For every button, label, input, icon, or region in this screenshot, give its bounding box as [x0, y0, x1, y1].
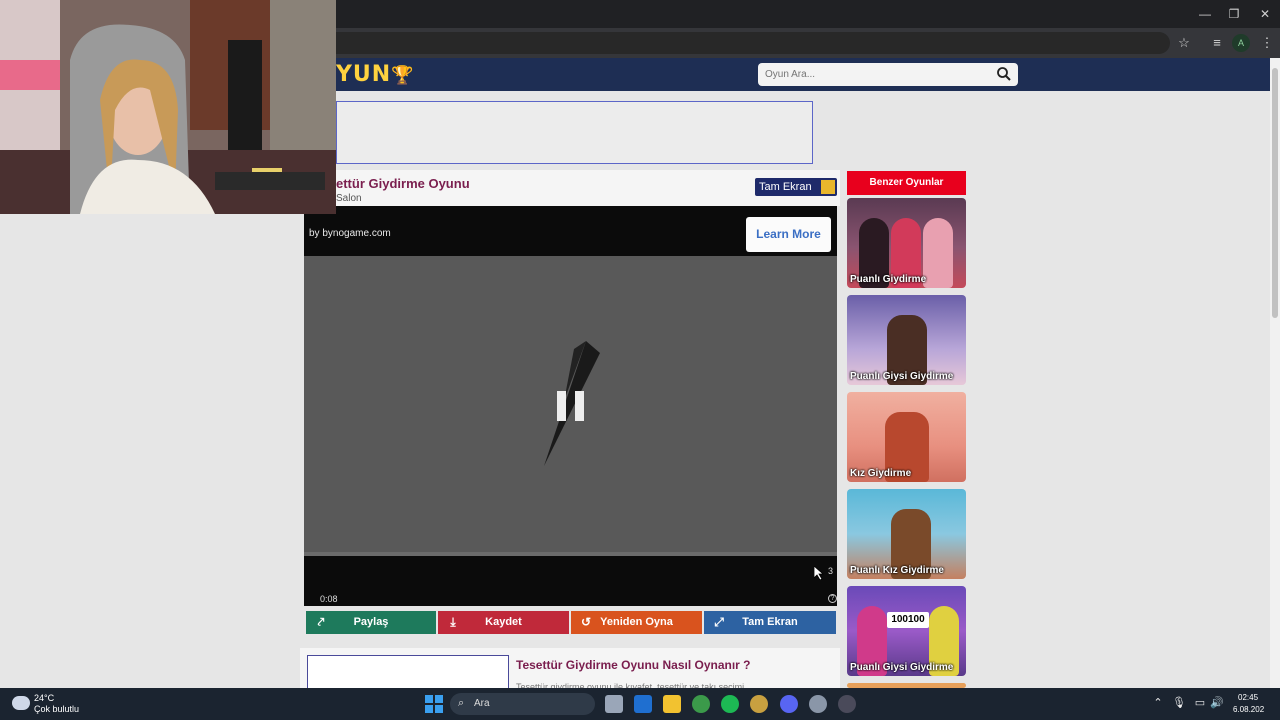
fullscreen-bottom-label: Tam Ekran [742, 616, 798, 628]
settings-gear-icon[interactable] [809, 695, 827, 713]
mouse-cursor-icon [814, 566, 824, 580]
share-icon: ⤤ [317, 615, 325, 629]
address-bar[interactable] [310, 32, 1170, 54]
skip-countdown: 3 [828, 566, 834, 576]
spotify-icon[interactable] [721, 695, 739, 713]
download-icon: ⤓ [450, 615, 456, 629]
close-button[interactable]: ✕ [1250, 5, 1280, 23]
logo-text: YUN [336, 62, 392, 87]
ad-bottom-bar: 3 0:08 ? [304, 556, 837, 606]
media-queue-icon[interactable]: ≡ [1208, 34, 1226, 52]
share-label: Paylaş [353, 616, 389, 628]
learn-more-button[interactable]: Learn More [746, 217, 831, 252]
discord-icon[interactable] [780, 695, 798, 713]
webcam-image [0, 0, 336, 214]
chevron-up-icon[interactable]: ⌃ [1151, 696, 1165, 710]
similar-game-card[interactable]: Puanlı Giysi Giydirme [847, 295, 966, 385]
fullscreen-label: Tam Ekran [759, 181, 812, 193]
chrome-icon[interactable] [692, 695, 710, 713]
similar-game-card[interactable]: Puanlı Giydirme [847, 198, 966, 288]
webcam-overlay [0, 0, 336, 214]
app-icon[interactable] [750, 695, 768, 713]
similar-game-card[interactable]: Kız Giydirme [847, 392, 966, 482]
ad-banner[interactable] [336, 101, 813, 164]
fullscreen-top-button[interactable]: Tam Ekran [755, 178, 837, 196]
game-player[interactable]: by bynogame.com Learn More 3 0:08 ? [304, 206, 837, 606]
fullscreen-icon [821, 180, 835, 194]
site-logo[interactable]: YUN🏆 [336, 62, 415, 87]
game-title: ettür Giydirme Oyunu [336, 176, 470, 191]
weather-description[interactable]: Çok bulutlu [34, 704, 79, 714]
scrollbar-thumb[interactable] [1272, 68, 1278, 318]
help-icon[interactable]: ? [828, 594, 837, 603]
search-icon: ⌕ [458, 697, 465, 709]
game-actions: ⤤ Paylaş ⤓ Kaydet ↺ Yeniden Oyna ⤢ Tam E… [306, 611, 836, 634]
similar-game-label: Puanlı Giysi Giydirme [850, 371, 954, 382]
save-label: Kaydet [485, 616, 522, 628]
outlook-icon[interactable] [634, 695, 652, 713]
video-time: 0:08 [320, 594, 338, 604]
replay-button[interactable]: ↺ Yeniden Oyna [571, 611, 702, 634]
taskbar-search[interactable]: ⌕ Ara [450, 693, 595, 715]
page-scrollbar[interactable] [1270, 58, 1280, 688]
similar-game-label: Puanlı Giydirme [850, 274, 927, 285]
similar-game-card[interactable]: Puanlı Kız Giydirme [847, 489, 966, 579]
ad-source-text: by bynogame.com [309, 228, 391, 239]
trophy-icon: 🏆 [391, 65, 415, 86]
file-explorer-icon[interactable] [663, 695, 681, 713]
os-taskbar: 24°C Çok bulutlu ⌕ Ara ⌃ 🎙 ▭ 🔊 02:45 6.0… [0, 688, 1280, 720]
score-badge: 100100 [887, 612, 929, 628]
similar-game-label: Puanlı Kız Giydirme [850, 565, 944, 576]
game-header: ettür Giydirme Oyunu Salon Tam Ekran [300, 170, 840, 206]
ad-top-bar: by bynogame.com Learn More [304, 206, 837, 256]
clock-date[interactable]: 6.08.202 [1233, 705, 1264, 714]
similar-game-label: Kız Giydirme [850, 468, 912, 479]
search-icon[interactable] [996, 66, 1012, 82]
howto-title: Tesettür Giydirme Oyunu Nasıl Oynanır ? [516, 658, 751, 672]
taskbar-search-label: Ara [474, 698, 490, 709]
replay-label: Yeniden Oyna [600, 616, 673, 628]
microphone-icon[interactable]: 🎙 [1172, 696, 1186, 710]
menu-kebab-icon[interactable]: ⋮ [1258, 34, 1276, 52]
similar-games-heading: Benzer Oyunlar [847, 171, 966, 195]
replay-icon: ↺ [580, 615, 592, 629]
save-button[interactable]: ⤓ Kaydet [438, 611, 569, 634]
expand-icon: ⤢ [714, 615, 724, 629]
share-button[interactable]: ⤤ Paylaş [306, 611, 436, 634]
weather-temperature[interactable]: 24°C [34, 693, 54, 703]
network-icon[interactable]: ▭ [1193, 696, 1207, 710]
search-input[interactable] [758, 63, 978, 86]
cloud-weather-icon[interactable] [12, 696, 30, 710]
task-view-icon[interactable] [605, 695, 623, 713]
obs-icon[interactable] [838, 695, 856, 713]
game-category[interactable]: Salon [336, 193, 362, 204]
howto-section: Tesettür Giydirme Oyunu Nasıl Oynanır ? … [300, 648, 840, 695]
minimize-button[interactable]: — [1190, 5, 1220, 23]
bookmark-star-icon[interactable]: ☆ [1175, 34, 1193, 52]
restore-button[interactable]: ❐ [1219, 5, 1249, 23]
fullscreen-button[interactable]: ⤢ Tam Ekran [704, 611, 836, 634]
profile-avatar[interactable]: A [1232, 34, 1250, 52]
similar-game-card[interactable]: 100100 Puanlı Giysi Giydirme [847, 586, 966, 676]
site-search [758, 63, 1018, 86]
clock-time[interactable]: 02:45 [1238, 693, 1258, 702]
similar-game-label: Puanlı Giysi Giydirme [850, 662, 954, 673]
volume-icon[interactable]: 🔊 [1210, 696, 1224, 710]
windows-start-icon[interactable] [425, 695, 443, 713]
pause-icon[interactable] [557, 391, 585, 421]
